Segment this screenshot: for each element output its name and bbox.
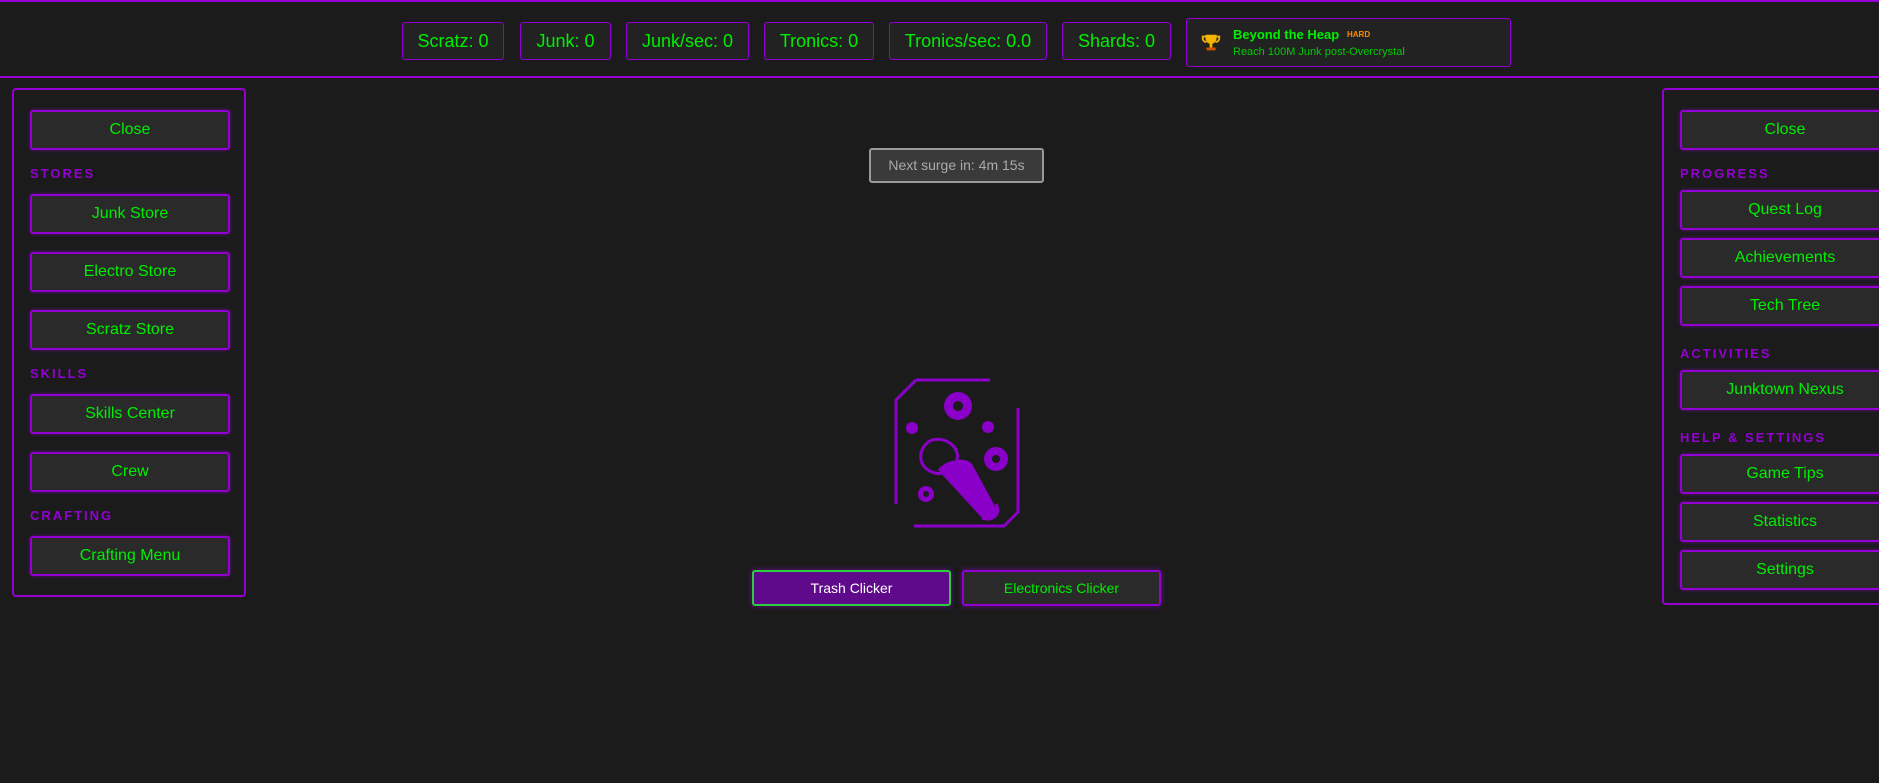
junk-stat: Junk: 0 [520, 22, 611, 60]
trash-clicker-button[interactable]: Trash Clicker [752, 570, 951, 606]
progress-heading: PROGRESS [1680, 166, 1770, 181]
achievements-button[interactable]: Achievements [1680, 238, 1879, 278]
crafting-heading: CRAFTING [30, 508, 114, 523]
electro-store-button[interactable]: Electro Store [30, 252, 230, 292]
stores-heading: STORES [30, 166, 96, 181]
tronics-per-sec-stat: Tronics/sec: 0.0 [889, 22, 1047, 60]
surge-timer: Next surge in: 4m 15s [869, 148, 1044, 183]
crew-button[interactable]: Crew [30, 452, 230, 492]
junk-store-button[interactable]: Junk Store [30, 194, 230, 234]
achievement-banner[interactable]: Beyond the Heap HARD Reach 100M Junk pos… [1186, 18, 1511, 67]
skills-center-button[interactable]: Skills Center [30, 394, 230, 434]
game-tips-button[interactable]: Game Tips [1680, 454, 1879, 494]
right-close-button[interactable]: Close [1680, 110, 1879, 150]
scratz-store-button[interactable]: Scratz Store [30, 310, 230, 350]
activities-heading: ACTIVITIES [1680, 346, 1772, 361]
tech-tree-button[interactable]: Tech Tree [1680, 286, 1879, 326]
quest-log-button[interactable]: Quest Log [1680, 190, 1879, 230]
settings-button[interactable]: Settings [1680, 550, 1879, 590]
tronics-stat: Tronics: 0 [764, 22, 874, 60]
skills-heading: SKILLS [30, 366, 89, 381]
left-close-button[interactable]: Close [30, 110, 230, 150]
electronics-clicker-button[interactable]: Electronics Clicker [962, 570, 1161, 606]
achievement-description: Reach 100M Junk post-Overcrystal [1233, 46, 1405, 58]
shards-stat: Shards: 0 [1062, 22, 1171, 60]
statistics-button[interactable]: Statistics [1680, 502, 1879, 542]
help-settings-heading: HELP & SETTINGS [1680, 430, 1827, 445]
junk-per-sec-stat: Junk/sec: 0 [626, 22, 749, 60]
achievement-title: Beyond the Heap [1233, 27, 1340, 42]
left-nav-panel: Close STORES Junk Store Electro Store Sc… [12, 88, 246, 597]
difficulty-badge: HARD [1347, 30, 1371, 39]
right-nav-panel: Close PROGRESS Quest Log Achievements Te… [1662, 88, 1879, 605]
scratz-stat: Scratz: 0 [402, 22, 504, 60]
crafting-menu-button[interactable]: Crafting Menu [30, 536, 230, 576]
top-stats-bar: Scratz: 0 Junk: 0 Junk/sec: 0 Tronics: 0… [0, 0, 1879, 78]
trophy-icon [1201, 34, 1221, 51]
trash-can-gears-icon[interactable] [888, 376, 1024, 532]
junktown-nexus-button[interactable]: Junktown Nexus [1680, 370, 1879, 410]
